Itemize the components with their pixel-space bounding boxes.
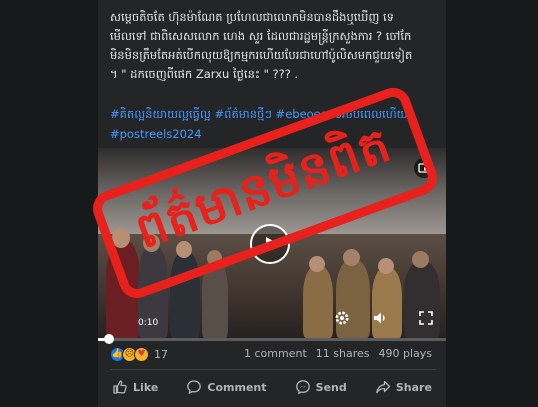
- post-stats: 👍 ☹ ♥ 17 1 comment 11 shares 490 plays: [110, 347, 436, 365]
- left-gutter: [0, 0, 98, 407]
- share-count[interactable]: 11 shares: [316, 347, 370, 360]
- crowd-head: [378, 258, 394, 274]
- share-icon: [375, 380, 390, 394]
- caption-line: សម្ដេចតិចតែ ហ៊ុនម៉ាណែត ប្រហែលជាលោកមិនបាន…: [110, 10, 394, 24]
- settings-button[interactable]: [332, 308, 352, 328]
- video-time: 0:10: [138, 318, 159, 328]
- share-label: Share: [395, 380, 432, 394]
- care-reaction-icon: ♥: [134, 347, 149, 362]
- caption-line: មិនមិនត្រឹមតែអត់បើកលុយឱ្យកម្មករហើយបែរជាហ…: [110, 48, 413, 62]
- send-label: Send: [315, 380, 347, 394]
- comment-count[interactable]: 1 comment: [244, 347, 307, 360]
- reaction-count: 17: [154, 348, 168, 361]
- video-progress-handle[interactable]: [104, 334, 114, 344]
- fullscreen-button[interactable]: [416, 308, 436, 328]
- reaction-summary[interactable]: 👍 ☹ ♥ 17: [110, 347, 168, 362]
- like-button[interactable]: Like: [106, 375, 164, 399]
- play-count: 490 plays: [378, 347, 432, 360]
- comment-icon: [187, 380, 202, 395]
- comment-label: Comment: [207, 380, 267, 394]
- like-label: Like: [133, 380, 159, 394]
- post-caption: សម្ដេចតិចតែ ហ៊ុនម៉ាណែត ប្រហែលជាលោកមិនបាន…: [110, 8, 440, 84]
- screenshot-stage: សម្ដេចតិចតែ ហ៊ុនម៉ាណែត ប្រហែលជាលោកមិនបាន…: [0, 0, 538, 407]
- volume-icon: [374, 312, 385, 324]
- crowd-head: [412, 251, 429, 268]
- crowd-head: [309, 256, 325, 272]
- like-icon: [113, 380, 127, 394]
- comment-button[interactable]: Comment: [180, 375, 272, 399]
- right-gutter: [446, 0, 538, 407]
- engagement-counts: 1 comment 11 shares 490 plays: [244, 347, 432, 360]
- caption-line: ។ " ដកចេញពីផេក Zarxu ថ្ងៃនេះ " ??? .: [110, 67, 299, 81]
- caption-line: មើលទៅ ជាពិសេសលោក ហេង សួរ ដែលជារដ្ឋមន្ត្រ…: [110, 29, 412, 43]
- settings-icon: [335, 311, 349, 325]
- fullscreen-icon: [419, 311, 433, 325]
- share-button[interactable]: Share: [369, 375, 438, 399]
- crowd-head: [343, 249, 360, 266]
- messenger-icon: [295, 380, 310, 395]
- post-action-bar: Like Comment Send Share: [98, 372, 446, 402]
- crowd-figure: [303, 266, 333, 338]
- volume-button[interactable]: [370, 308, 390, 328]
- video-progress-track[interactable]: [98, 338, 446, 341]
- send-button[interactable]: Send: [289, 375, 353, 399]
- actions-divider: [110, 369, 436, 370]
